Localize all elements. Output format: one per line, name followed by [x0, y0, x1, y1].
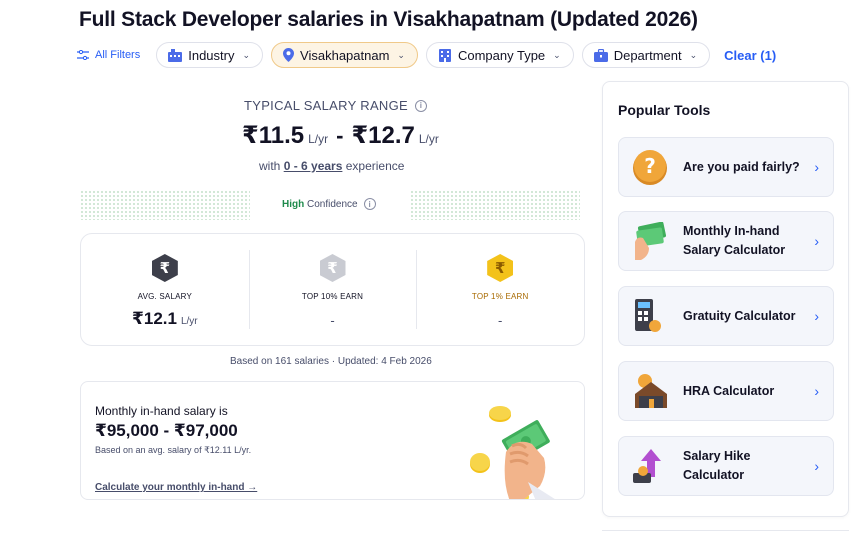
confidence-label: Confidence — [307, 198, 358, 210]
calculator-icon — [635, 299, 661, 332]
salary-min: ₹11.5 — [242, 122, 305, 149]
experience-suffix: experience — [345, 159, 405, 173]
department-filter-chip[interactable]: Department ⌄ — [581, 42, 711, 68]
confidence-dots-left — [80, 190, 250, 220]
popular-tools-heading: Popular Tools — [618, 102, 711, 118]
top10-value: - — [330, 313, 335, 328]
location-pin-icon — [283, 48, 295, 62]
tool-label: Salary Hike Calculator — [683, 449, 751, 482]
filter-bar: All Filters Industry ⌄ Visakhapatnam ⌄ C… — [77, 42, 776, 68]
tool-label: Gratuity Calculator — [683, 308, 796, 323]
industry-filter-label: Industry — [188, 47, 235, 63]
building-icon — [168, 48, 183, 62]
salary-range-label-text: TYPICAL SALARY RANGE — [244, 98, 408, 113]
experience-years-link[interactable]: 0 - 6 years — [284, 159, 343, 173]
salary-max-unit: L/yr — [418, 132, 439, 146]
avg-salary-value: ₹12.1 — [132, 309, 177, 328]
confidence-dots-right — [410, 190, 580, 220]
all-filters-button[interactable]: All Filters — [77, 49, 140, 61]
top10-stat: ₹ TOP 10% EARN - — [248, 234, 417, 345]
cash-hand-icon — [635, 222, 666, 260]
salary-range-values: ₹11.5 L/yr - ₹12.7 L/yr — [242, 121, 439, 150]
rupee-badge-icon: ₹ — [487, 254, 514, 282]
top1-label: TOP 1% EARN — [471, 292, 529, 301]
tool-label: Monthly In-hand Salary Calculator — [683, 224, 786, 257]
monthly-inhand-card: Monthly in-hand salary is ₹95,000 - ₹97,… — [80, 381, 585, 500]
inhand-value: ₹95,000 - ₹97,000 — [95, 421, 238, 440]
confidence-level: High — [282, 198, 305, 210]
info-icon[interactable]: i — [363, 198, 376, 210]
salary-range-label: TYPICAL SALARY RANGE i — [244, 98, 427, 113]
question-coin-icon: ? — [633, 150, 667, 185]
chevron-right-icon: › — [814, 233, 819, 249]
chevron-right-icon: › — [814, 458, 819, 474]
money-hand-illustration — [470, 406, 555, 499]
top1-stat: ₹ TOP 1% EARN - — [416, 234, 584, 345]
clear-filters-button[interactable]: Clear (1) — [724, 48, 776, 63]
page-title: Full Stack Developer salaries in Visakha… — [79, 8, 698, 31]
rupee-badge-icon: ₹ — [151, 254, 178, 282]
salary-max: ₹12.7 — [351, 122, 415, 149]
chevron-right-icon: › — [814, 159, 819, 175]
location-filter-chip[interactable]: Visakhapatnam ⌄ — [271, 42, 418, 68]
inhand-title: Monthly in-hand salary is — [95, 404, 228, 418]
chevron-right-icon: › — [814, 308, 819, 324]
tool-salary-hike-calculator[interactable]: Salary Hike Calculator › — [618, 436, 834, 496]
industry-filter-chip[interactable]: Industry ⌄ — [156, 42, 264, 68]
chevron-down-icon: ⌄ — [689, 49, 698, 60]
tool-label: Are you paid fairly? — [683, 159, 800, 174]
based-on-text: Based on 161 salaries · Updated: 4 Feb 2… — [230, 356, 432, 367]
top1-value: - — [498, 313, 503, 328]
info-icon[interactable]: i — [415, 99, 427, 112]
tool-gratuity-calculator[interactable]: Gratuity Calculator › — [618, 286, 834, 346]
department-filter-label: Department — [613, 47, 682, 63]
briefcase-icon — [593, 48, 608, 62]
avg-salary-value-row: ₹12.1 L/yr — [132, 309, 198, 329]
all-filters-label: All Filters — [95, 49, 141, 61]
svg-text:?: ? — [644, 154, 656, 178]
tool-hra-calculator[interactable]: HRA Calculator › — [618, 361, 834, 421]
tool-paid-fairly[interactable]: ? Are you paid fairly? › — [618, 137, 834, 197]
house-coin-icon — [635, 374, 667, 408]
experience-text: with 0 - 6 years experience — [259, 159, 404, 173]
avg-salary-label: AVG. SALARY — [137, 292, 193, 301]
salary-stats-card: ₹ AVG. SALARY ₹12.1 L/yr ₹ TOP 10% EARN … — [80, 233, 585, 346]
filter-sliders-icon — [77, 50, 89, 60]
company-type-filter-chip[interactable]: Company Type ⌄ — [425, 42, 574, 68]
top10-label: TOP 10% EARN — [301, 292, 364, 301]
popular-tools-panel: Popular Tools ? Are you paid fairly? › M… — [602, 81, 849, 517]
inhand-subtext: Based on an avg. salary of ₹12.11 L/yr. — [95, 445, 252, 455]
rupee-badge-icon: ₹ — [319, 254, 346, 282]
chevron-right-icon: › — [814, 383, 819, 399]
avg-salary-stat: ₹ AVG. SALARY ₹12.1 L/yr — [81, 234, 249, 345]
chevron-down-icon: ⌄ — [242, 49, 251, 60]
range-separator: - — [336, 123, 344, 148]
salary-min-unit: L/yr — [308, 132, 329, 146]
office-icon — [438, 48, 451, 62]
experience-prefix: with — [259, 159, 281, 173]
location-filter-label: Visakhapatnam — [300, 47, 390, 63]
company-type-filter-label: Company Type — [457, 47, 546, 63]
confidence-indicator: High Confidence i — [282, 198, 376, 210]
chevron-down-icon: ⌄ — [397, 49, 405, 60]
tool-inhand-calculator[interactable]: Monthly In-hand Salary Calculator › — [618, 211, 834, 271]
divider — [602, 530, 849, 531]
chevron-down-icon: ⌄ — [553, 49, 561, 60]
tool-label: HRA Calculator — [683, 383, 775, 398]
calculate-inhand-link[interactable]: Calculate your monthly in-hand → — [95, 482, 257, 493]
avg-salary-unit: L/yr — [180, 316, 198, 327]
growth-arrow-icon — [633, 449, 661, 483]
